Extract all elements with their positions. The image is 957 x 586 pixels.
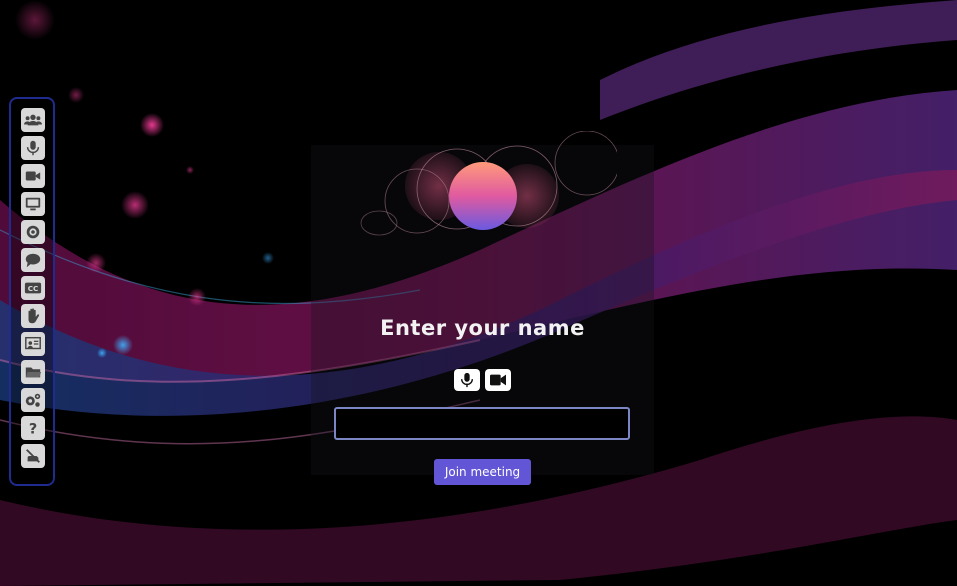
camera-button[interactable] — [21, 164, 45, 188]
settings-icon — [25, 393, 41, 407]
closed-captions-icon: CC — [24, 282, 42, 294]
join-meeting-button[interactable]: Join meeting — [434, 459, 531, 485]
video-camera-icon — [490, 374, 506, 386]
microphone-toggle[interactable] — [454, 369, 480, 391]
app-logo — [360, 131, 617, 236]
participants-button[interactable] — [21, 108, 45, 132]
files-button[interactable] — [21, 360, 45, 384]
svg-text:CC: CC — [28, 284, 39, 293]
chat-icon — [25, 253, 41, 268]
microphone-icon — [26, 140, 40, 156]
leave-call-button[interactable] — [21, 444, 45, 468]
page-title: Enter your name — [380, 316, 585, 340]
screen-share-icon — [25, 197, 41, 211]
name-input[interactable] — [334, 407, 630, 440]
settings-button[interactable] — [21, 388, 45, 412]
camera-toggle[interactable] — [485, 369, 511, 391]
chat-button[interactable] — [21, 248, 45, 272]
video-camera-icon — [25, 171, 41, 181]
record-icon — [26, 225, 40, 239]
help-icon: ? — [29, 421, 37, 437]
participants-icon — [24, 114, 42, 126]
folder-icon — [25, 367, 42, 378]
sidebar-toolbar: CC ? — [9, 97, 55, 486]
screen-share-button[interactable] — [21, 192, 45, 216]
record-button[interactable] — [21, 220, 45, 244]
help-button[interactable]: ? — [21, 416, 45, 440]
microphone-icon — [460, 372, 474, 388]
raise-hand-icon — [28, 308, 40, 324]
raise-hand-button[interactable] — [21, 304, 45, 328]
whiteboard-icon — [25, 336, 41, 350]
whiteboard-button[interactable] — [21, 332, 45, 356]
captions-button[interactable]: CC — [21, 276, 45, 300]
microphone-button[interactable] — [21, 136, 45, 160]
svg-text:?: ? — [29, 421, 37, 437]
leave-call-icon — [26, 449, 40, 463]
